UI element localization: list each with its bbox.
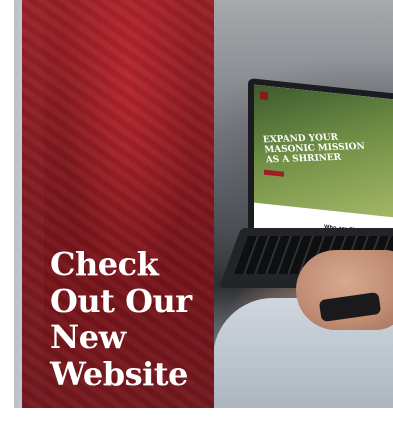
- website-screenshot: Expand your Masonic mission as a Shriner…: [254, 84, 393, 246]
- promo-headline: Check Out Our New Website: [50, 246, 210, 392]
- headline-line-2: Out Our: [50, 281, 192, 320]
- headline-line-1: Check: [50, 245, 159, 283]
- headline-line-3: New: [50, 318, 126, 356]
- shriners-logo-icon: [260, 91, 268, 101]
- laptop: Expand your Masonic mission as a Shriner…: [219, 78, 393, 288]
- bottom-margin: [0, 408, 393, 423]
- headline-line-4: Website: [50, 354, 188, 393]
- website-hero-headline: Expand your Masonic mission as a Shriner: [262, 132, 366, 166]
